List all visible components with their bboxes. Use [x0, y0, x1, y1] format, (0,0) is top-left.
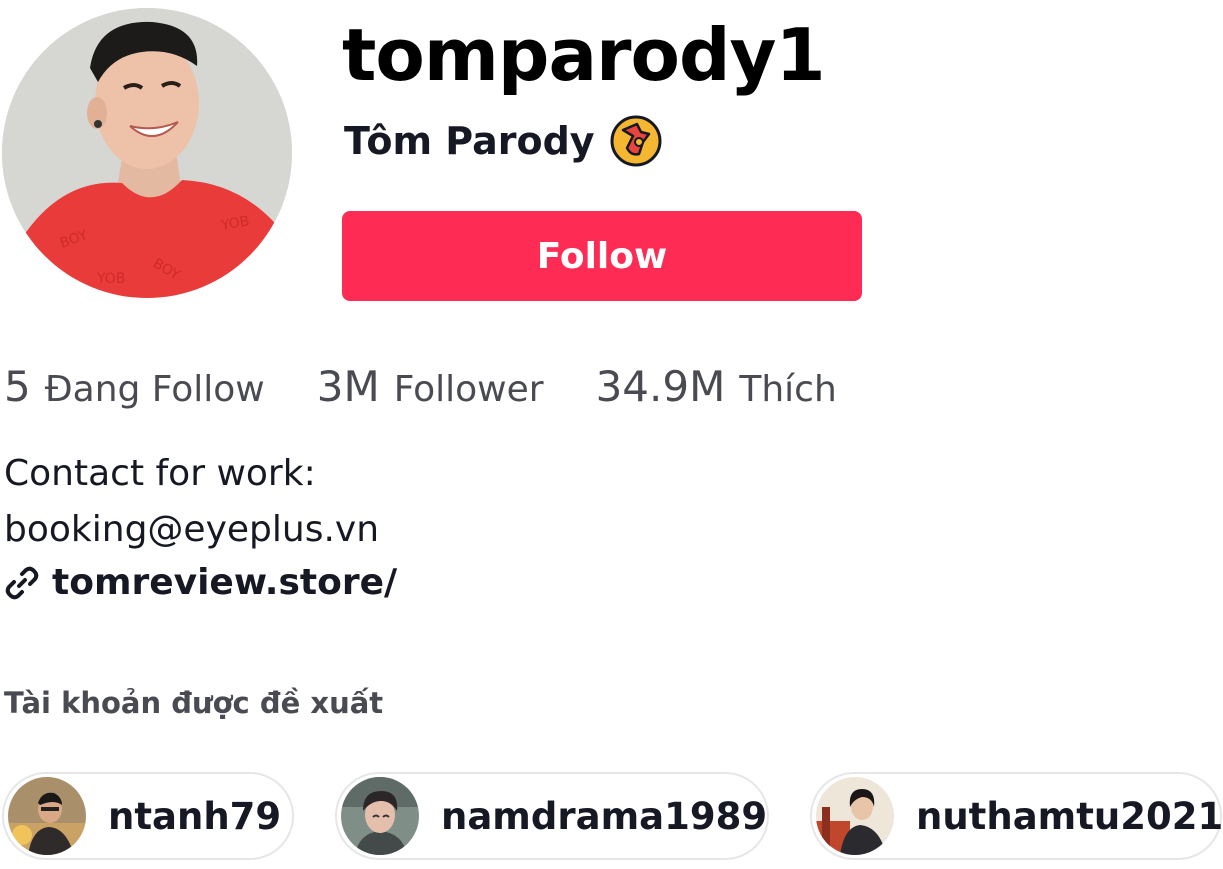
suggested-account-chip[interactable]: nuthamtu2021	[810, 772, 1223, 860]
suggested-account-avatar	[341, 777, 419, 855]
suggested-accounts-title: Tài khoản được đề xuất	[4, 686, 384, 720]
profile-avatar[interactable]: BOY BOY YOB YOB	[2, 8, 292, 298]
profile-page: BOY BOY YOB YOB tomparody1 Tôm Parody Fo…	[0, 0, 1223, 869]
stat-followers-label: Follower	[393, 369, 544, 410]
stat-followers-count: 3M	[316, 362, 380, 411]
follow-button[interactable]: Follow	[342, 211, 862, 301]
stat-following-count: 5	[4, 362, 31, 411]
profile-link-row[interactable]: tomreview.store/	[4, 562, 397, 603]
bio-line-1: Contact for work:	[4, 453, 316, 494]
suggested-account-chip[interactable]: ntanh79	[2, 772, 294, 860]
suggested-account-avatar	[8, 777, 86, 855]
stat-followers[interactable]: 3M Follower	[317, 362, 544, 411]
stat-likes: 34.9M Thích	[596, 362, 837, 411]
bio-line-2: booking@eyeplus.vn	[4, 509, 380, 550]
suggested-account-name: namdrama1989	[441, 794, 768, 838]
hand-emoji-icon	[609, 114, 663, 168]
profile-stats: 5 Đang Follow 3M Follower 34.9M Thích	[4, 362, 889, 411]
profile-link[interactable]: tomreview.store/	[52, 562, 397, 603]
link-icon	[4, 565, 40, 601]
profile-nickname-row: Tôm Parody	[344, 112, 663, 170]
stat-following[interactable]: 5 Đang Follow	[4, 362, 265, 411]
svg-text:YOB: YOB	[96, 271, 125, 287]
suggested-account-name: ntanh79	[108, 794, 282, 838]
profile-nickname: Tôm Parody	[344, 119, 595, 163]
suggested-account-chip[interactable]: namdrama1989	[335, 772, 769, 860]
stat-likes-count: 34.9M	[595, 362, 726, 411]
stat-following-label: Đang Follow	[44, 369, 265, 410]
profile-username: tomparody1	[342, 13, 826, 97]
suggested-account-avatar	[816, 777, 894, 855]
profile-bio: Contact for work: booking@eyeplus.vn	[4, 446, 379, 558]
suggested-accounts-list: ntanh79 namdrama1989 nuthamtu2021	[0, 772, 1223, 864]
stat-likes-label: Thích	[739, 369, 837, 410]
suggested-account-name: nuthamtu2021	[916, 794, 1223, 838]
